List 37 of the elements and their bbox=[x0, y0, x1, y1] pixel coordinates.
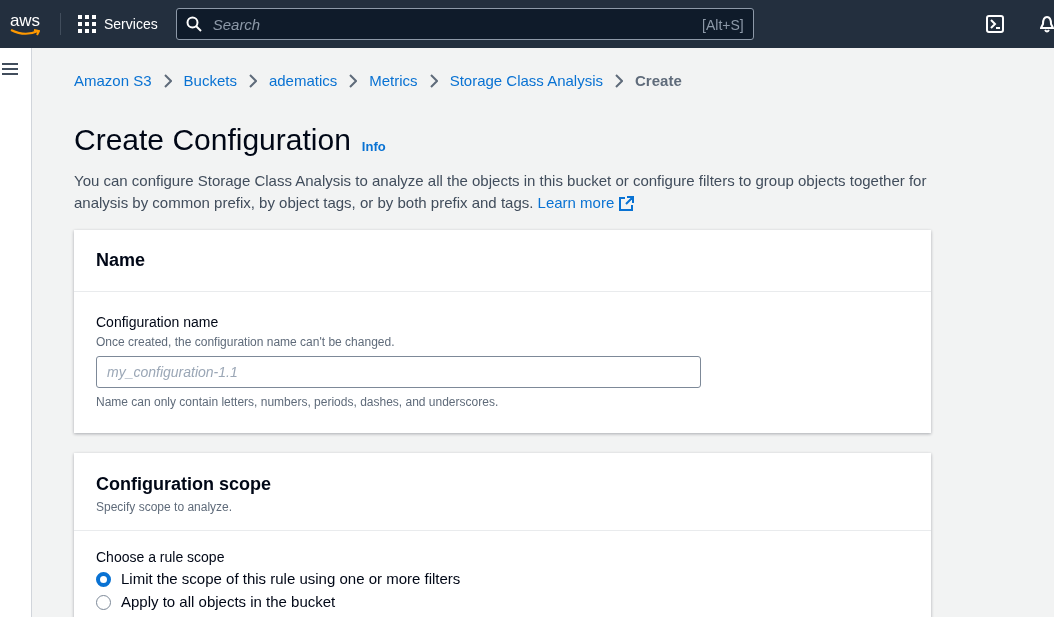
breadcrumb-link[interactable]: adematics bbox=[268, 69, 338, 93]
info-link[interactable]: Info bbox=[361, 136, 386, 156]
smile-arrow-icon bbox=[10, 28, 40, 36]
configuration-name-field[interactable]: my_configuration-1.1 bbox=[96, 356, 701, 388]
logo[interactable]: aws bbox=[9, 12, 41, 29]
chevron-right-icon bbox=[349, 74, 358, 88]
learn-more-link[interactable]: Learn more bbox=[537, 192, 635, 214]
search-icon bbox=[185, 16, 202, 32]
field-description: Once created, the configuration name can't be changed. bbox=[96, 334, 396, 351]
radio-button[interactable] bbox=[96, 572, 111, 587]
services-button[interactable]: Services bbox=[78, 13, 158, 35]
radio-label: Limit the scope of this rule using one or more filters bbox=[121, 569, 461, 590]
breadcrumb-link[interactable]: Amazon S3 bbox=[74, 69, 152, 93]
chevron-right-icon bbox=[248, 74, 257, 88]
radio-group-label: Choose a rule scope bbox=[96, 548, 226, 567]
field-constraint: Name can only contain letters, numbers, periods, dashes, and underscores. bbox=[96, 394, 500, 411]
bell-icon[interactable] bbox=[1040, 15, 1054, 33]
page-title: Create Configuration bbox=[74, 122, 351, 158]
breadcrumb-link[interactable]: Storage Class Analysis bbox=[449, 69, 604, 93]
chevron-right-icon bbox=[163, 74, 172, 88]
radio-label: Apply to all objects in the bucket bbox=[121, 592, 336, 613]
breadcrumb-link[interactable]: Buckets bbox=[183, 69, 237, 93]
chevron-right-icon bbox=[615, 74, 624, 88]
grid-icon bbox=[78, 15, 96, 33]
terminal-icon[interactable] bbox=[986, 15, 1004, 33]
panel-subtitle: Specify scope to analyze. bbox=[96, 499, 234, 516]
external-link-icon bbox=[619, 195, 635, 211]
keyboard-shortcut: [Alt+S] bbox=[702, 16, 744, 35]
field-label: Configuration name bbox=[96, 313, 220, 332]
radio-button[interactable] bbox=[96, 595, 111, 610]
chevron-right-icon bbox=[429, 74, 438, 88]
page-description: You can configure Storage Class Analysis to analyze all the objects in this bucket or configure filters to group objects together for analysis by common prefix, by object tags, or by both prefix and tags. Learn more bbox=[74, 170, 934, 214]
breadcrumb-link[interactable]: Metrics bbox=[369, 69, 418, 93]
breadcrumb-current: Create bbox=[635, 70, 682, 91]
panel-title: Configuration scope bbox=[96, 473, 272, 496]
panel-title: Name bbox=[96, 249, 146, 272]
menu-icon[interactable] bbox=[2, 62, 18, 76]
